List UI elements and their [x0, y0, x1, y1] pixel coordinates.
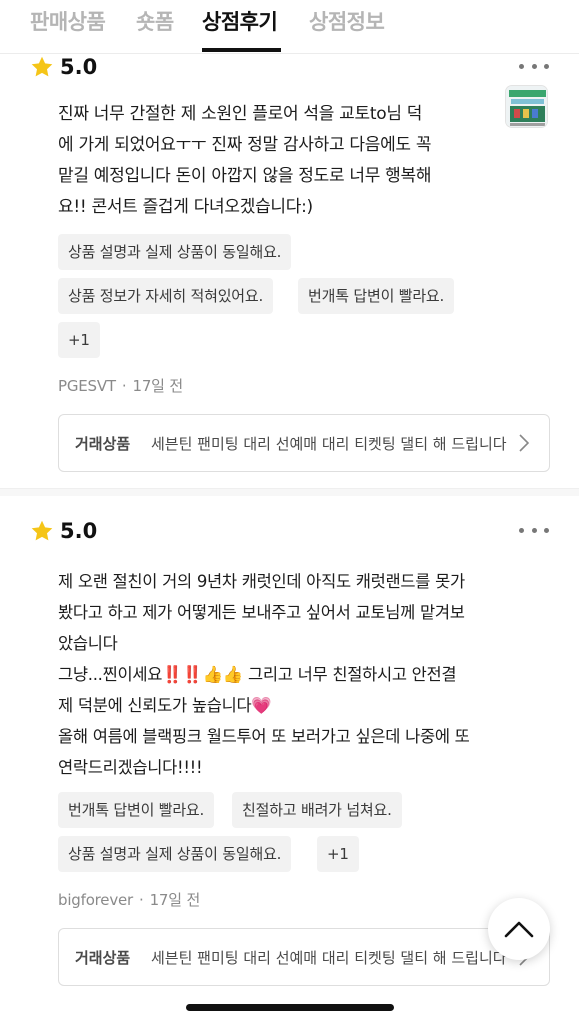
star-icon — [31, 56, 53, 77]
more-options-icon[interactable] — [519, 520, 549, 540]
review-meta: bigforever · 17일 전 — [58, 891, 201, 909]
scroll-to-top-button[interactable] — [488, 898, 550, 960]
active-tab-indicator — [202, 48, 281, 52]
review-author[interactable]: PGESVT — [58, 377, 116, 395]
chevron-up-icon — [504, 921, 534, 938]
traded-product-card[interactable]: 거래상품 세븐틴 팬미팅 대리 선예매 대리 티켓팅 댈티 해 드립니다 — [58, 414, 550, 472]
review-tag: 번개톡 답변이 빨라요. — [58, 792, 215, 828]
more-tags-button[interactable]: +1 — [58, 322, 100, 358]
traded-product-card[interactable]: 거래상품 세븐틴 팬미팅 대리 선예매 대리 티켓팅 댈티 해 드립니다 — [58, 928, 550, 986]
review-time: 17일 전 — [149, 891, 201, 909]
trade-product-title: 세븐틴 팬미팅 대리 선예매 대리 티켓팅 댈티 해 드립니다 — [151, 435, 507, 453]
star-icon — [31, 520, 53, 541]
tab-products[interactable]: 판매상품 — [30, 6, 106, 36]
review-time: 17일 전 — [132, 377, 183, 395]
chevron-right-icon — [519, 434, 529, 452]
review-meta: PGESVT · 17일 전 — [58, 377, 183, 395]
review-rating: 5.0 — [30, 52, 97, 82]
review-tag: 친절하고 배려가 넘쳐요. — [232, 792, 402, 828]
section-divider — [0, 488, 579, 496]
home-indicator — [186, 1004, 394, 1011]
review-tag: 상품 설명과 실제 상품이 동일해요. — [58, 234, 292, 270]
more-options-icon[interactable] — [519, 56, 549, 76]
review-text: 제 오랜 절친이 거의 9년차 캐럿인데 아직도 캐럿랜드를 못가 봤다고 하고 … — [58, 572, 470, 777]
review-tag: 번개톡 답변이 빨라요. — [298, 278, 455, 314]
trade-product-title: 세븐틴 팬미팅 대리 선예매 대리 티켓팅 댈티 해 드립니다 — [151, 949, 507, 967]
review-author[interactable]: bigforever — [58, 891, 133, 909]
tab-shortform[interactable]: 숏폼 — [136, 6, 174, 36]
rating-value: 5.0 — [60, 519, 98, 543]
review-photo-thumbnail[interactable] — [505, 85, 548, 128]
review-tag: 상품 설명과 실제 상품이 동일해요. — [58, 836, 292, 872]
trade-label: 거래상품 — [75, 949, 131, 967]
more-tags-button[interactable]: +1 — [317, 836, 359, 872]
review-rating: 5.0 — [30, 516, 97, 546]
review-text: 진짜 너무 간절한 제 소원인 플로어 석을 교토to님 덕에 가게 되었어요ㅜ… — [58, 104, 432, 217]
tab-bar: 판매상품 숏폼 상점후기 상점정보 — [0, 0, 579, 54]
photo-image — [506, 86, 547, 127]
tab-shop-info[interactable]: 상점정보 — [309, 6, 385, 36]
trade-label: 거래상품 — [75, 435, 131, 453]
tab-reviews[interactable]: 상점후기 — [202, 6, 278, 36]
review-tag: 상품 정보가 자세히 적혀있어요. — [58, 278, 274, 314]
rating-value: 5.0 — [60, 55, 98, 79]
